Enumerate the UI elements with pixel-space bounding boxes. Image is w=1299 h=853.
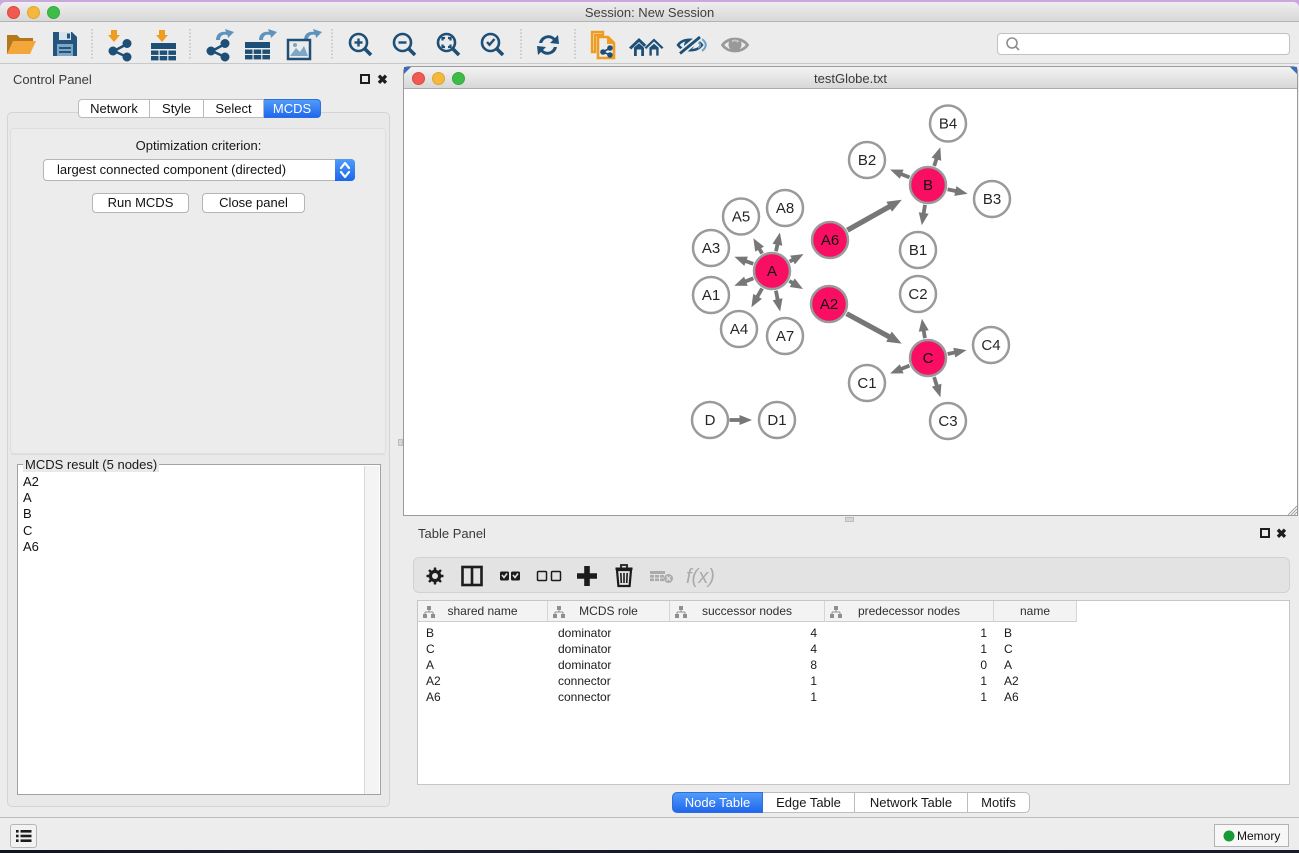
svg-text:A6: A6 [821, 232, 839, 249]
svg-text:A7: A7 [776, 328, 794, 345]
svg-text:B: B [923, 177, 933, 194]
svg-text:C1: C1 [857, 375, 876, 392]
svg-text:D1: D1 [767, 412, 786, 429]
svg-text:C4: C4 [981, 337, 1000, 354]
svg-text:B3: B3 [983, 191, 1001, 208]
svg-text:B1: B1 [909, 242, 927, 259]
svg-text:C: C [923, 350, 934, 367]
svg-text:f(x): f(x) [686, 566, 715, 588]
svg-text:A5: A5 [732, 209, 750, 226]
svg-text:A4: A4 [730, 321, 748, 338]
svg-text:B4: B4 [939, 116, 957, 133]
svg-text:A3: A3 [702, 240, 720, 257]
svg-text:A2: A2 [820, 296, 838, 313]
svg-text:D: D [705, 412, 716, 429]
svg-text:A: A [767, 263, 777, 280]
svg-text:C2: C2 [908, 286, 927, 303]
svg-text:B2: B2 [858, 152, 876, 169]
svg-text:A1: A1 [702, 287, 720, 304]
svg-text:A8: A8 [776, 200, 794, 217]
svg-text:C3: C3 [938, 413, 957, 430]
